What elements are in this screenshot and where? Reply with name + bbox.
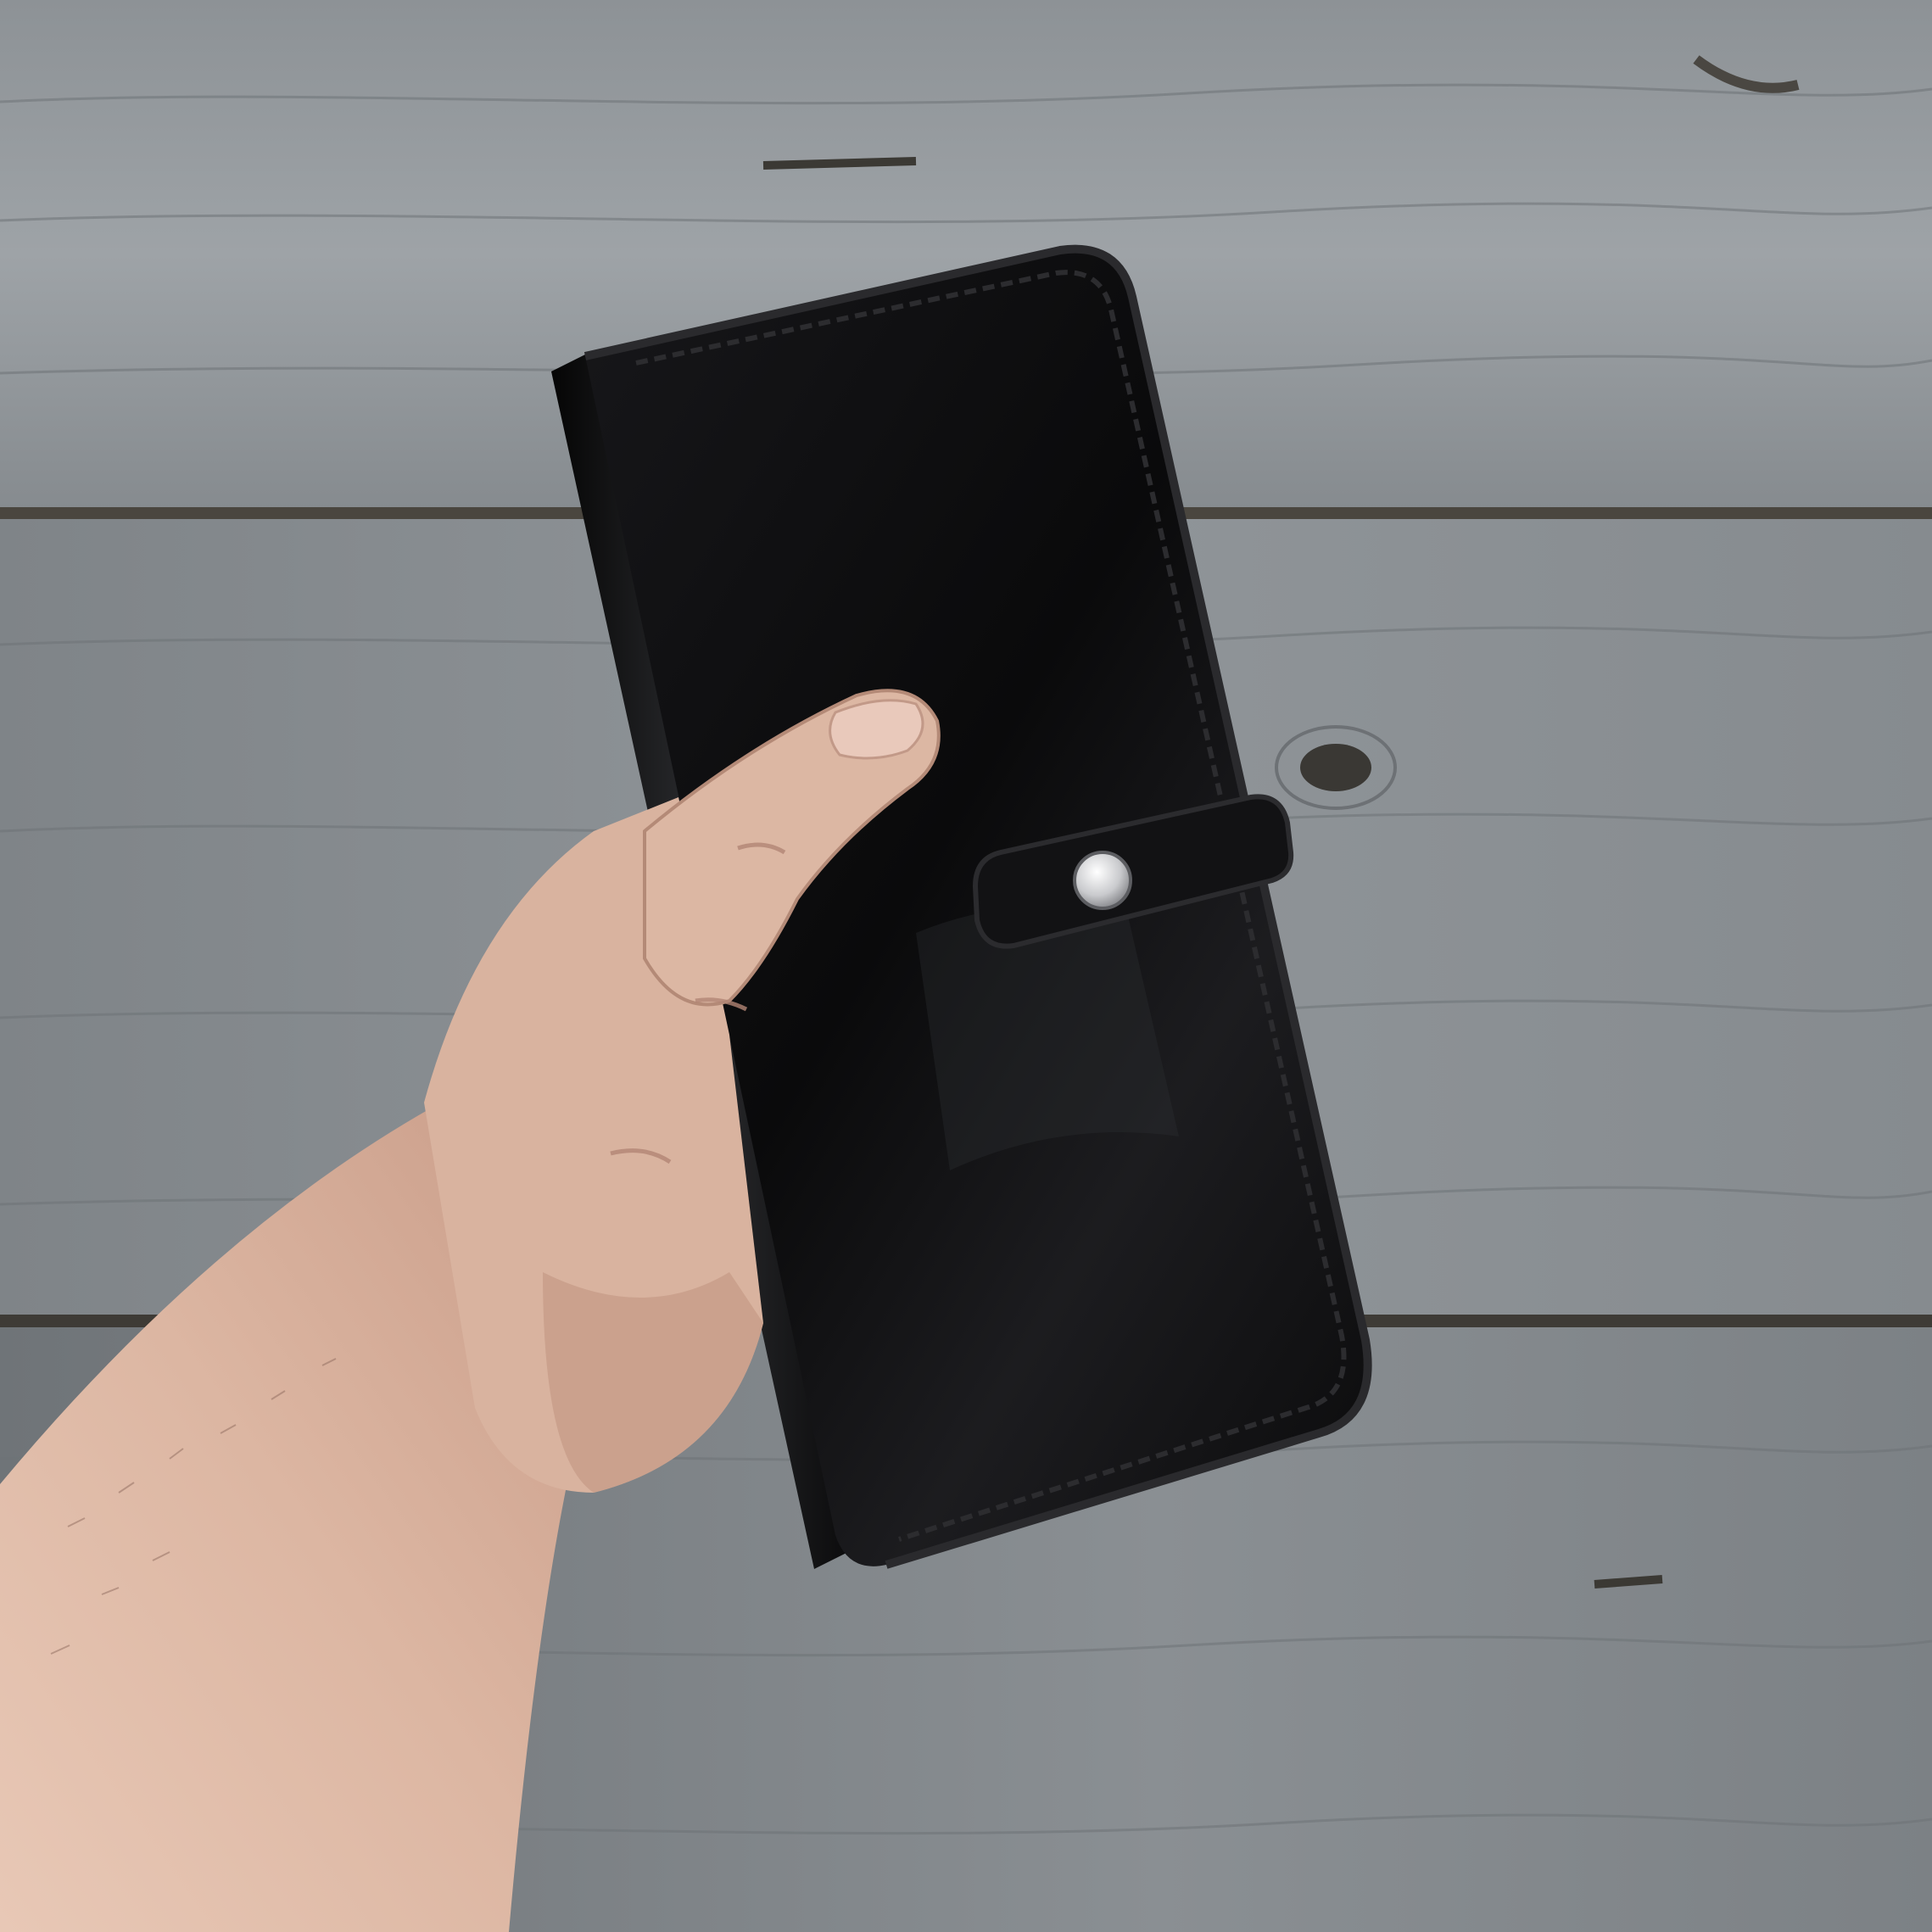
wood-knot — [1300, 744, 1371, 791]
photo-scene — [0, 0, 1932, 1932]
thumbnail — [829, 699, 924, 760]
wood-crack — [1594, 1575, 1663, 1589]
wood-crack — [762, 157, 917, 170]
snap-button — [1073, 851, 1132, 910]
